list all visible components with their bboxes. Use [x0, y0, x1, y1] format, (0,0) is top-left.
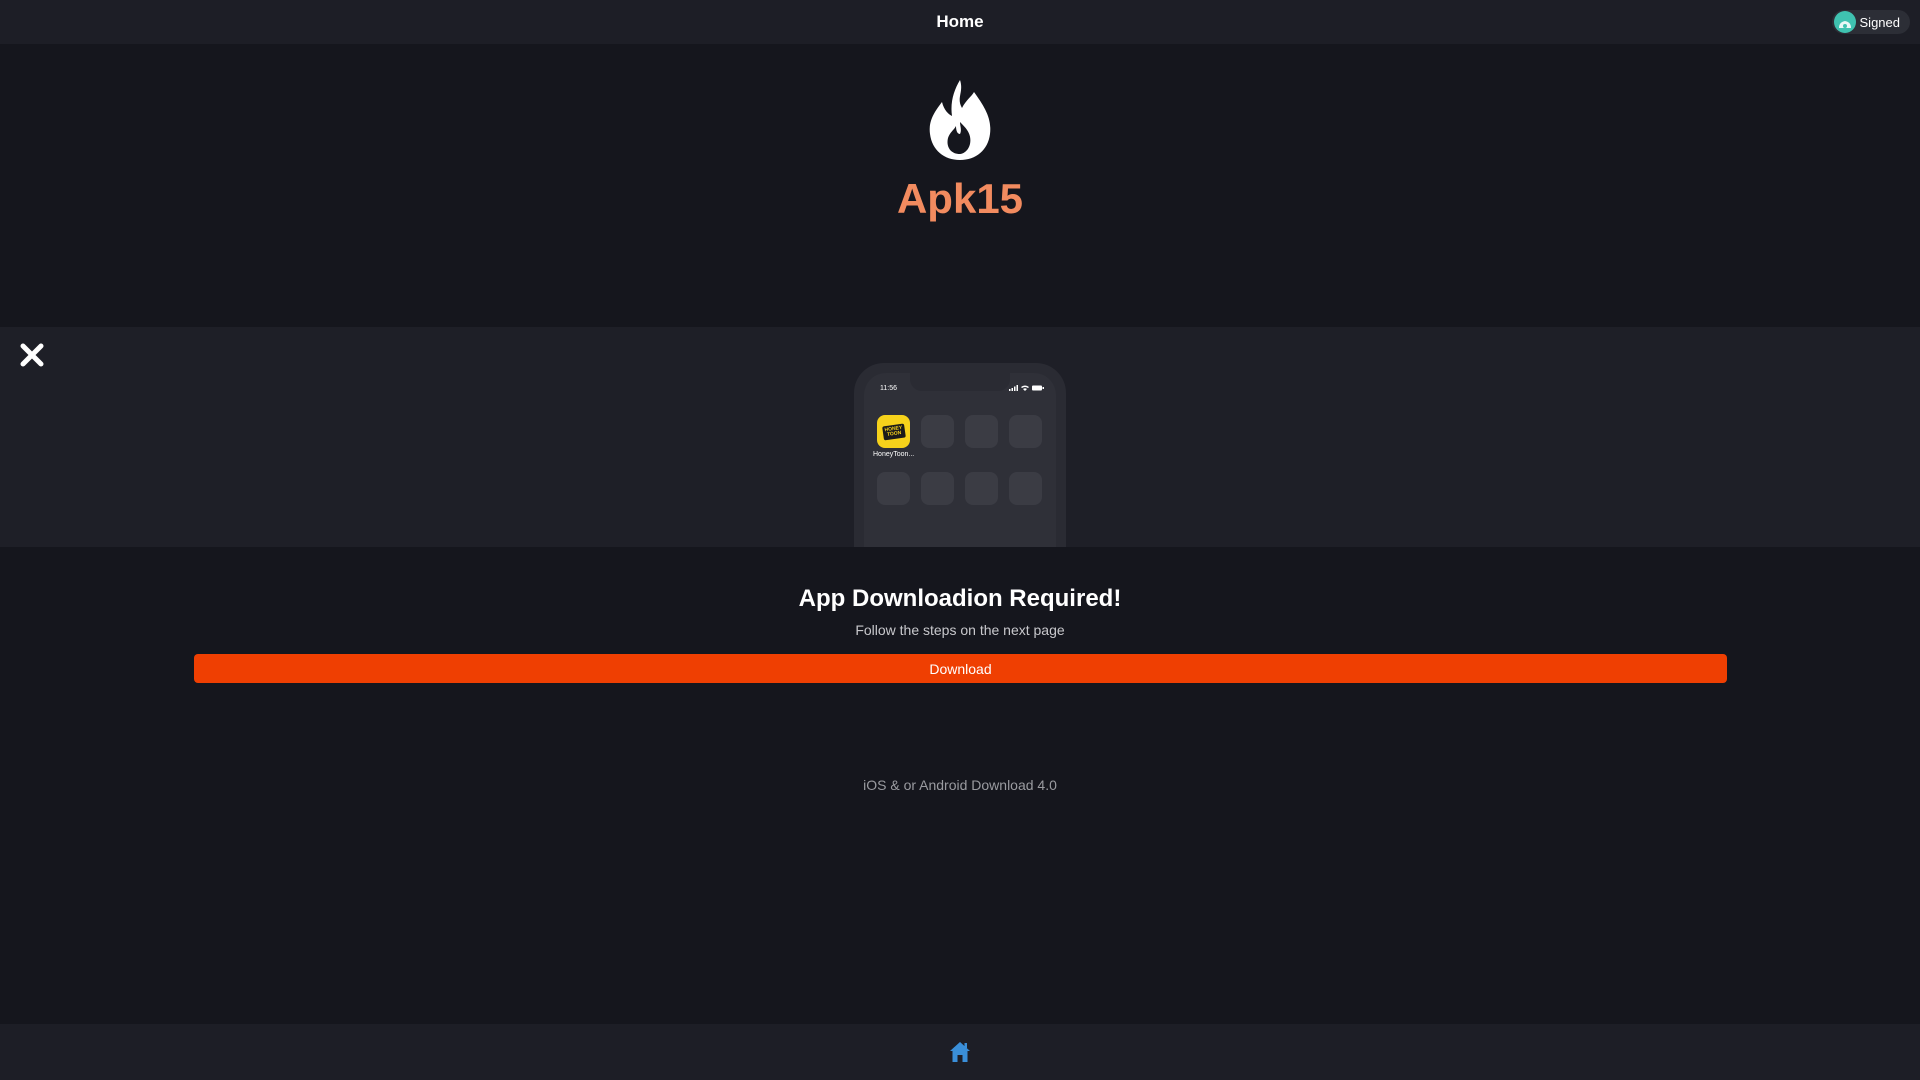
signed-badge[interactable]: Signed — [1831, 10, 1910, 34]
empty-app-slot — [877, 472, 910, 505]
hero-section: Apk15 — [0, 44, 1920, 327]
app-preview-band: 11:56 HONEY TOON HoneyToon... — [0, 327, 1920, 547]
bottom-nav — [0, 1024, 1920, 1080]
home-icon[interactable] — [948, 1040, 972, 1064]
status-icons — [1009, 385, 1044, 391]
empty-app-slot — [965, 415, 998, 448]
empty-app-slot — [921, 415, 954, 448]
download-button[interactable]: Download — [194, 654, 1727, 683]
empty-app-slot — [1009, 472, 1042, 505]
top-bar: Home Signed — [0, 0, 1920, 44]
app-label: HoneyToon... — [873, 451, 915, 458]
status-time: 11:56 — [880, 385, 897, 392]
empty-app-slot — [1009, 415, 1042, 448]
honeytoon-app-icon[interactable]: HONEY TOON HoneyToon... — [873, 415, 914, 458]
empty-app-slot — [965, 472, 998, 505]
empty-app-slot — [921, 472, 954, 505]
download-heading: App Downloadion Required! — [798, 585, 1122, 612]
download-subtitle: Follow the steps on the next page — [855, 622, 1065, 638]
page-title: Home — [936, 12, 984, 31]
phone-mockup: 11:56 HONEY TOON HoneyToon... — [854, 363, 1066, 547]
cloud-avatar-icon — [1833, 11, 1856, 33]
battery-icon — [1032, 385, 1044, 391]
wifi-icon — [1021, 385, 1029, 391]
download-section: App Downloadion Required! Follow the ste… — [0, 547, 1920, 1024]
signed-label: Signed — [1859, 14, 1900, 30]
app-grid: HONEY TOON HoneyToon... — [873, 415, 1042, 505]
phone-notch — [910, 373, 1010, 391]
brand-name: Apk15 — [896, 175, 1024, 222]
honeytoon-logo-bottom: TOON — [886, 429, 902, 438]
flame-icon — [929, 80, 991, 160]
version-text: iOS & or Android Download 4.0 — [863, 777, 1057, 793]
phone-screen: 11:56 HONEY TOON HoneyToon... — [864, 373, 1056, 547]
close-icon[interactable] — [18, 341, 46, 369]
honeytoon-logo: HONEY TOON — [881, 423, 906, 440]
signal-icon — [1009, 385, 1018, 391]
